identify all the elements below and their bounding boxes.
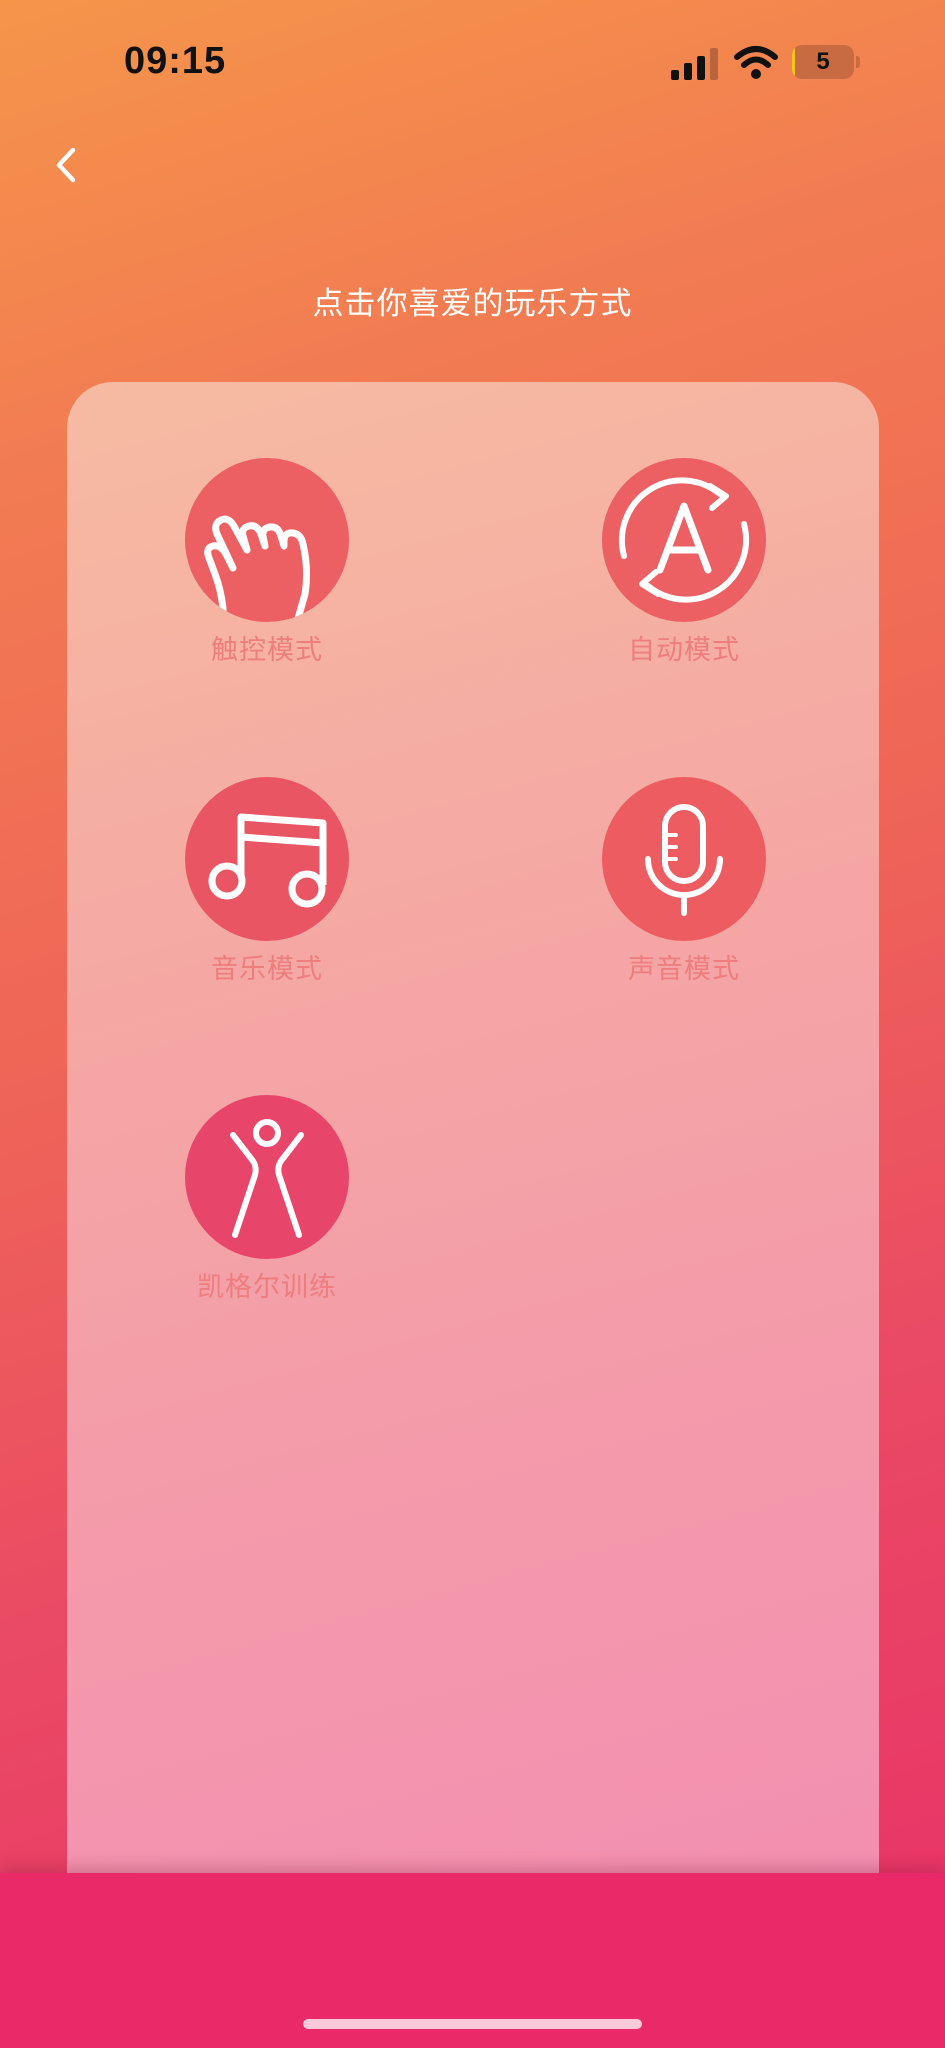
mode-label: 自动模式: [628, 635, 740, 666]
mode-music[interactable]: 音乐模式: [147, 777, 387, 997]
chevron-left-icon: [56, 147, 76, 183]
mode-voice[interactable]: 声音模式: [564, 777, 804, 997]
mode-label: 触控模式: [211, 635, 323, 666]
battery-icon: 5: [792, 45, 860, 79]
music-note-icon: [208, 813, 327, 908]
hand-touch-icon: [204, 515, 311, 622]
mode-label: 音乐模式: [211, 954, 323, 985]
auto-mode-icon: [619, 477, 749, 603]
mode-auto[interactable]: 自动模式: [564, 458, 804, 678]
page-title: 点击你喜爱的玩乐方式: [312, 286, 633, 322]
battery-cap: [856, 56, 860, 68]
mode-icon-circle: [185, 777, 349, 941]
mode-icon-circle: [602, 458, 766, 622]
mode-icon-circle: [602, 777, 766, 941]
signal-icon: [671, 48, 718, 80]
mode-label: 声音模式: [628, 954, 740, 985]
back-button[interactable]: [44, 140, 88, 190]
microphone-icon: [645, 804, 723, 916]
mode-selection-card: 触控模式 自动模式 音乐模式 声音模式 凯格尔训练: [67, 382, 879, 1982]
battery-level: 5: [816, 48, 830, 75]
wifi-icon: [734, 46, 778, 79]
status-time: 09:15: [124, 40, 227, 82]
mode-kegel-training[interactable]: 凯格尔训练: [147, 1095, 387, 1315]
mode-icon-circle: [185, 1095, 349, 1259]
kegel-exercise-icon: [230, 1119, 304, 1238]
mode-icon-circle: [185, 458, 349, 622]
mode-label: 凯格尔训练: [197, 1272, 337, 1303]
home-indicator[interactable]: [303, 2019, 642, 2029]
status-bar: 09:15 5: [0, 0, 945, 120]
mode-touch[interactable]: 触控模式: [147, 458, 387, 678]
